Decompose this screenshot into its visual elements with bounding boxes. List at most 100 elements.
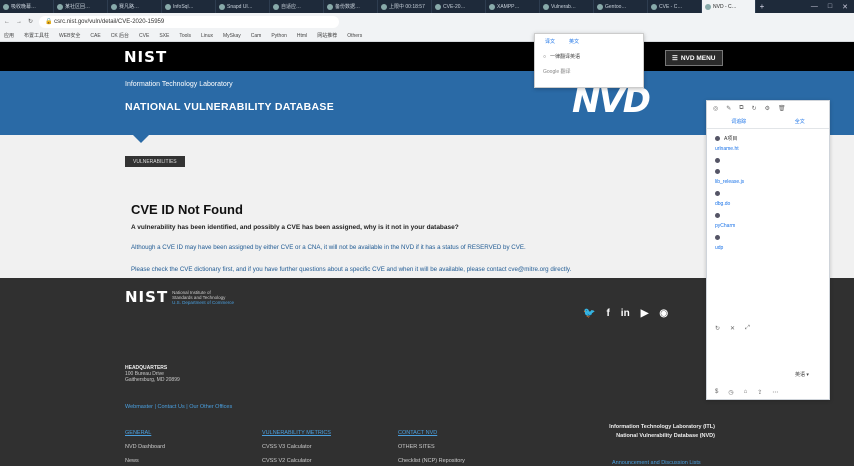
bookmark-item[interactable]: CAE: [90, 33, 100, 39]
list-item[interactable]: pyCharm: [715, 221, 821, 232]
dollar-icon[interactable]: $: [715, 389, 718, 395]
close-icon[interactable]: ✕: [842, 3, 848, 11]
url-field[interactable]: 🔒 csrc.nist.gov/vuln/detail/CVE-2020-159…: [39, 15, 340, 28]
translate-tab[interactable]: 译文: [545, 38, 555, 45]
list-item[interactable]: [715, 188, 821, 199]
address-bar-row: ← → ↻ 🔒 csrc.nist.gov/vuln/detail/CVE-20…: [0, 13, 854, 30]
itl-link[interactable]: Information Technology Laboratory: [125, 81, 233, 88]
forward-icon[interactable]: →: [16, 19, 22, 25]
chevron-down-icon: ▾: [806, 372, 809, 378]
favicon-icon: [543, 3, 549, 10]
list-item[interactable]: lib_release.js: [715, 177, 821, 188]
rss-icon[interactable]: ◉: [659, 308, 668, 319]
new-tab-button[interactable]: +: [756, 0, 768, 13]
list-item[interactable]: urlname.ht: [715, 144, 821, 155]
minimize-icon[interactable]: —: [811, 3, 818, 10]
bookmark-item[interactable]: 网站推荐: [317, 32, 337, 39]
footer-contact-links[interactable]: Webmaster | Contact Us | Our Other Offic…: [125, 404, 232, 410]
list-item[interactable]: [715, 232, 821, 243]
announcement-link[interactable]: Announcement and Discussion Lists: [612, 460, 701, 466]
vulnerabilities-breadcrumb[interactable]: VULNERABILITIES: [125, 156, 185, 167]
nvd-menu-button[interactable]: ☰ NVD MENU: [665, 50, 723, 66]
bookmark-item[interactable]: SXE: [159, 33, 169, 39]
share-icon[interactable]: ⇪: [757, 389, 762, 396]
list-item[interactable]: A项目: [715, 133, 821, 144]
browser-tab[interactable]: CVE-20…: [432, 0, 486, 13]
delete-icon[interactable]: 🗑: [778, 105, 786, 112]
favicon-icon: [165, 3, 171, 10]
browser-tab[interactable]: 吸收晚幕…: [0, 0, 54, 13]
bookmark-item[interactable]: 布置工具柱: [24, 32, 49, 39]
twitter-icon[interactable]: 🐦: [583, 308, 595, 319]
panel-tab-fulltext[interactable]: 全文: [795, 118, 805, 125]
linkedin-icon[interactable]: in: [621, 308, 630, 319]
home-icon[interactable]: ⌂: [744, 389, 748, 395]
browser-tab-bar: 吸收晚幕… 某社区回… 赛凡路… InfoSql… Snapd Ul… 自适应……: [0, 0, 854, 13]
bookmark-item[interactable]: 应用: [4, 32, 14, 39]
bookmark-item[interactable]: Html: [297, 33, 307, 39]
list-item[interactable]: [715, 155, 821, 166]
banner-pointer: [133, 135, 149, 143]
reload-icon[interactable]: ↻: [28, 18, 33, 25]
browser-tab[interactable]: 备份数据…: [324, 0, 378, 13]
refresh-icon[interactable]: ↻: [715, 325, 720, 332]
settings-icon[interactable]: ⚙: [765, 105, 770, 112]
pin-icon[interactable]: ◎: [713, 105, 718, 112]
close-icon[interactable]: ✕: [730, 325, 735, 332]
panel-tab-track[interactable]: 词追踪: [731, 118, 746, 125]
nist-logo[interactable]: NIST: [124, 48, 167, 66]
extension-side-panel: ◎ ✎ ⧉ ↻ ⚙ 🗑 词追踪 全文 A项目 urlname.ht lib_re…: [706, 100, 830, 400]
list-item[interactable]: [715, 166, 821, 177]
lock-icon: 🔒: [45, 19, 55, 25]
avatar: [715, 235, 720, 240]
copy-icon[interactable]: ⧉: [739, 105, 743, 112]
bookmark-item[interactable]: CVE: [139, 33, 149, 39]
nist-header: NIST ☰ NVD MENU: [0, 42, 854, 71]
clock-icon[interactable]: ◷: [728, 389, 733, 396]
browser-tab[interactable]: CVE - C…: [648, 0, 702, 13]
list-item[interactable]: dbg.do: [715, 199, 821, 210]
browser-tab[interactable]: 某社区回…: [54, 0, 108, 13]
browser-tab[interactable]: InfoSql…: [162, 0, 216, 13]
radio-icon: ○: [543, 53, 547, 60]
bookmark-item[interactable]: Cam: [251, 33, 262, 39]
browser-tab[interactable]: XAMPP…: [486, 0, 540, 13]
list-item[interactable]: [715, 210, 821, 221]
original-tab[interactable]: 英文: [569, 38, 579, 45]
social-links: 🐦 f in ▶ ◉: [583, 308, 668, 319]
bookmark-item[interactable]: MySkay: [223, 33, 241, 39]
nvd-title[interactable]: NATIONAL VULNERABILITY DATABASE: [125, 101, 334, 113]
bookmark-item[interactable]: CK 后台: [111, 32, 129, 39]
favicon-icon: [381, 3, 387, 10]
bookmark-item[interactable]: Tools: [179, 33, 191, 39]
browser-tab[interactable]: 赛凡路…: [108, 0, 162, 13]
window-controls: — □ ✕: [811, 0, 854, 13]
refresh-icon[interactable]: ↻: [752, 105, 757, 112]
maximize-icon[interactable]: □: [828, 3, 832, 10]
browser-tab[interactable]: 上限中 00:18:57: [378, 0, 432, 13]
bookmark-item[interactable]: Python: [271, 33, 287, 39]
more-icon[interactable]: ⋯: [772, 389, 778, 396]
list-item[interactable]: udp: [715, 243, 821, 254]
translate-option[interactable]: ○ 一律翻译英语: [535, 49, 643, 64]
facebook-icon[interactable]: f: [606, 308, 609, 319]
browser-tab-active[interactable]: NVD - C…: [702, 0, 756, 13]
bookmark-item[interactable]: Others: [347, 33, 362, 39]
footer-logo[interactable]: NIST National Institute of Standards and…: [125, 288, 234, 306]
expand-icon[interactable]: ⤢: [745, 325, 750, 332]
lead-question: A vulnerability has been identified, and…: [131, 224, 459, 231]
browser-tab[interactable]: Gentoo…: [594, 0, 648, 13]
browser-tab[interactable]: 自适应…: [270, 0, 324, 13]
avatar: [715, 213, 720, 218]
language-select[interactable]: 英语 ▾: [795, 371, 809, 378]
browser-tab[interactable]: Vulnerab…: [540, 0, 594, 13]
back-icon[interactable]: ←: [4, 19, 10, 25]
footer-col-contact: CONTACT NVD OTHER SITES Checklist (NCP) …: [398, 430, 465, 464]
edit-icon[interactable]: ✎: [726, 105, 731, 112]
footer-col-metrics: VULNERABILITY METRICS CVSS V3 Calculator…: [262, 430, 331, 464]
browser-tab[interactable]: Snapd Ul…: [216, 0, 270, 13]
footer-col-general: GENERAL NVD Dashboard News: [125, 430, 166, 464]
youtube-icon[interactable]: ▶: [641, 308, 649, 319]
bookmark-item[interactable]: WEB安全: [59, 32, 80, 39]
bookmark-item[interactable]: Linux: [201, 33, 213, 39]
